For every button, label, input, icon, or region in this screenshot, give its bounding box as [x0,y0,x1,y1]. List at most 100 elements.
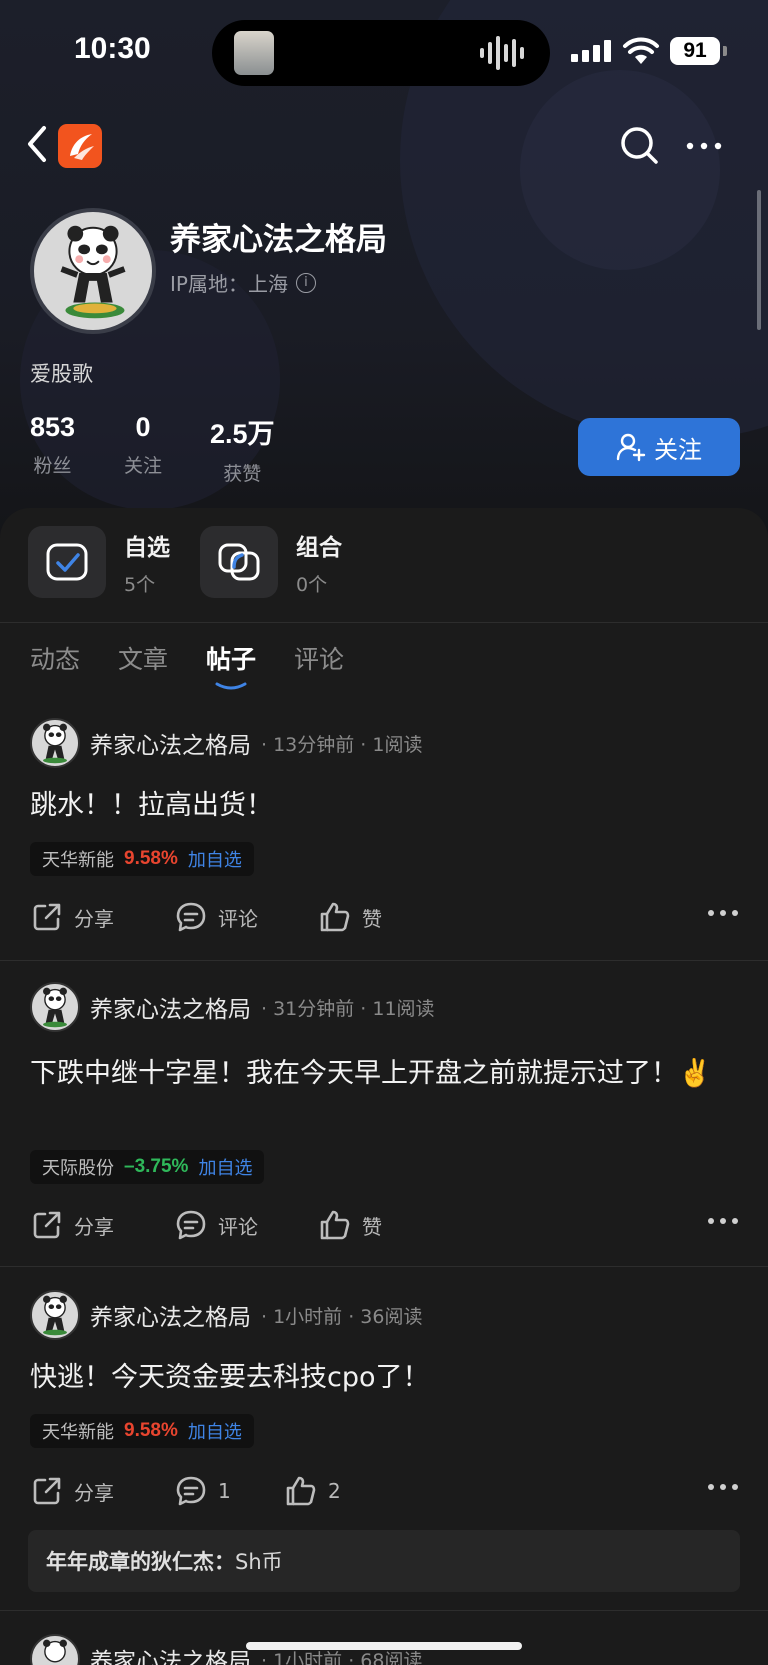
follow-button[interactable]: 关注 [578,418,740,476]
author-avatar[interactable] [30,1634,80,1665]
stat-followers[interactable]: 853 粉丝 [30,412,75,478]
quick-link-title: 自选 [124,534,170,561]
like-count: 2 [328,1479,341,1503]
divider [0,1266,768,1267]
profile-avatar[interactable] [30,208,156,334]
share-icon [33,1211,61,1239]
stat-value: 853 [30,412,76,442]
stock-name: 天际股份 [42,1158,114,1179]
quick-link-count: 0个 [296,573,328,596]
back-icon[interactable] [22,122,52,166]
share-label: 分享 [74,1214,114,1239]
comment-button[interactable]: 评论 [174,900,258,934]
stat-following[interactable]: 0 关注 [124,412,162,478]
add-to-watchlist[interactable]: 加自选 [188,1418,242,1444]
quick-link-count: 5个 [124,573,156,596]
post-text: 快逃！今天资金要去科技cpo了！ [30,1362,430,1393]
stat-value: 0 [135,412,151,442]
battery-cap [723,46,727,56]
comment-label: 评论 [218,906,258,931]
comment-icon [176,1210,206,1240]
add-to-watchlist[interactable]: 加自选 [188,846,242,872]
dynamic-island[interactable] [212,20,550,86]
more-options-icon[interactable] [684,134,724,158]
stat-value: 2.5万 [210,419,275,449]
post-author[interactable]: 养家心法之格局 [90,1298,251,1332]
status-time: 10:30 [74,32,151,65]
battery-indicator: 91 [670,37,720,65]
portfolio-entry[interactable]: 组合 0个 [200,526,342,598]
home-indicator[interactable] [246,1642,522,1650]
post-author[interactable]: 养家心法之格局 [90,1642,251,1665]
post-author[interactable]: 养家心法之格局 [90,990,251,1024]
comment-icon [176,1476,206,1506]
stock-tag[interactable]: 天际股份 –3.75% 加自选 [30,1150,265,1184]
top-comment[interactable]: 年年成章的狄仁杰： Sh币 [28,1530,740,1592]
stock-change: 9.58% [124,848,178,869]
post-more-icon[interactable] [708,1218,738,1224]
post-actions: 分享 评论 赞 [30,1208,738,1248]
post-header: 养家心法之格局 · 1小时前 · 36阅读 [30,1290,422,1340]
post-more-icon[interactable] [708,910,738,916]
post-item[interactable]: 养家心法之格局 · 1小时前 · 36阅读 快逃！今天资金要去科技cpo了！ 天… [0,1290,768,1592]
stock-tag[interactable]: 天华新能 9.58% 加自选 [30,842,254,876]
post-text: 下跌中继十字星！我在今天早上开盘之前就提示过了！✌️ [30,1058,712,1089]
tab-activity[interactable]: 动态 [30,640,80,676]
post-actions: 分享 1 2 [30,1474,738,1514]
wifi-icon [623,37,659,64]
post-meta: · 1小时前 · 36阅读 [261,1305,423,1328]
share-icon [33,903,61,931]
share-label: 分享 [74,906,114,931]
info-icon[interactable]: i [295,272,316,293]
cellular-signal-icon [571,40,611,62]
profile-name: 养家心法之格局 [170,222,387,258]
comment-icon [176,902,206,932]
comment-user[interactable]: 年年成章的狄仁杰： [46,1546,235,1576]
comment-button[interactable]: 1 [174,1474,231,1508]
share-icon [33,1477,61,1505]
comment-text: Sh币 [235,1550,283,1574]
stock-change: –3.75% [124,1156,189,1177]
tab-comments[interactable]: 评论 [294,640,344,676]
author-avatar[interactable] [30,1290,80,1340]
stat-label: 关注 [124,455,163,477]
share-label: 分享 [74,1480,114,1505]
stock-name: 天华新能 [42,850,114,871]
stat-likes[interactable]: 2.5万 获赞 [210,412,275,486]
post-item[interactable]: 养家心法之格局 · 31分钟前 · 11阅读 下跌中继十字星！我在今天早上开盘之… [0,982,768,1266]
stat-label: 获赞 [223,463,262,485]
author-avatar[interactable] [30,982,80,1032]
post-author[interactable]: 养家心法之格局 [90,726,251,760]
add-to-watchlist[interactable]: 加自选 [198,1154,252,1180]
status-bar: 10:30 91 [0,0,768,100]
now-playing-thumbnail [234,31,274,75]
post-actions: 分享 评论 赞 [30,900,738,940]
like-button[interactable]: 2 [284,1474,341,1508]
add-user-icon [616,433,646,462]
stock-tag[interactable]: 天华新能 9.58% 加自选 [30,1414,254,1448]
scroll-indicator [757,190,761,330]
tab-articles[interactable]: 文章 [118,640,168,676]
thumbs-up-icon [320,1210,350,1240]
thumbs-up-icon [320,902,350,932]
share-button[interactable]: 分享 [30,1474,114,1508]
app-logo-icon[interactable] [58,124,102,168]
search-icon[interactable] [618,124,660,166]
tab-posts[interactable]: 帖子 [206,640,257,690]
like-button[interactable]: 赞 [318,1208,382,1242]
profile-tabs: 动态 文章 帖子 评论 [30,640,344,690]
comment-button[interactable]: 评论 [174,1208,258,1242]
author-avatar[interactable] [30,718,80,768]
tab-label: 帖子 [206,645,257,674]
share-button[interactable]: 分享 [30,1208,114,1242]
share-button[interactable]: 分享 [30,900,114,934]
ip-location-line: IP属地：上海 i [170,268,316,297]
divider [0,960,768,961]
like-label: 赞 [362,1214,382,1239]
stock-name: 天华新能 [42,1422,114,1443]
watchlist-entry[interactable]: 自选 5个 [28,526,170,598]
post-more-icon[interactable] [708,1484,738,1490]
post-item[interactable]: 养家心法之格局 · 13分钟前 · 1阅读 跳水！！拉高出货！ 天华新能 9.5… [0,718,768,958]
quick-link-title: 组合 [296,534,342,561]
like-button[interactable]: 赞 [318,900,382,934]
